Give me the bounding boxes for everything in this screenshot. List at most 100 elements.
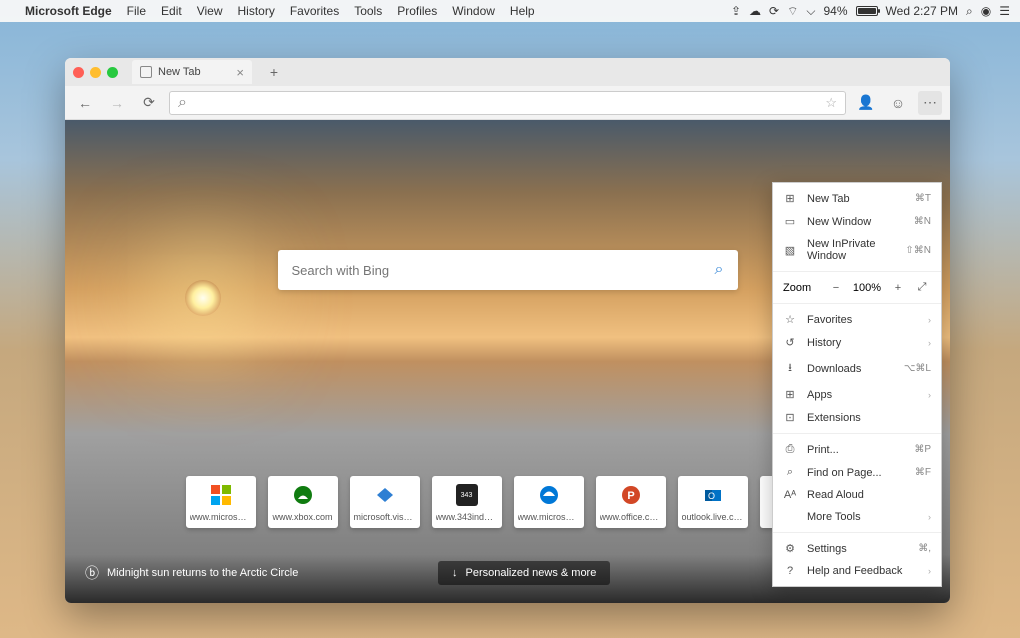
menu-item-new-tab[interactable]: ⊞New Tab⌘T	[773, 187, 941, 210]
menu-item-icon: Aᴬ	[783, 489, 797, 501]
tile-label: microsoft.visua...	[354, 512, 416, 522]
menu-shortcut: ⌘T	[915, 193, 931, 204]
macos-menubar: Microsoft Edge File Edit View History Fa…	[0, 0, 1020, 22]
tile-icon: P	[620, 484, 642, 506]
address-bar[interactable]: ⌕ ☆	[169, 91, 846, 115]
more-menu-button[interactable]: ⋯	[918, 91, 942, 115]
tile-label: www.microsoft...	[190, 512, 252, 522]
menu-item-label: Extensions	[807, 412, 931, 424]
menu-history[interactable]: History	[238, 4, 275, 18]
tile-label: outlook.live.com	[682, 512, 744, 522]
menu-item-icon: ⭳	[783, 359, 797, 378]
quick-link-tile[interactable]: 343www.343indus...	[432, 476, 502, 528]
tab-new-tab[interactable]: New Tab ×	[132, 60, 252, 84]
notification-icon[interactable]: ☰	[999, 4, 1010, 18]
spotlight-icon[interactable]: ⌕	[966, 4, 973, 19]
menu-item-settings[interactable]: ⚙Settings⌘,	[773, 537, 941, 560]
menu-item-print-[interactable]: ⎙Print...⌘P	[773, 438, 941, 461]
menu-item-label: Favorites	[807, 314, 918, 326]
svg-text:P: P	[627, 490, 634, 502]
menu-item-label: More Tools	[807, 511, 918, 523]
back-button[interactable]: ←	[73, 91, 97, 115]
quick-link-tile[interactable]: www.xbox.com	[268, 476, 338, 528]
zoom-in-button[interactable]: +	[889, 282, 907, 294]
siri-icon[interactable]: ◉	[981, 4, 991, 18]
favorite-star-icon[interactable]: ☆	[825, 95, 837, 111]
menu-item-label: Apps	[807, 389, 918, 401]
sync-icon[interactable]: ⟳	[769, 4, 779, 18]
menu-item-read-aloud[interactable]: AᴬRead Aloud	[773, 484, 941, 506]
menu-item-downloads[interactable]: ⭳Downloads⌥⌘L	[773, 354, 941, 383]
tile-icon: O	[702, 484, 724, 506]
refresh-button[interactable]: ⟳	[137, 91, 161, 115]
quick-links-row: www.microsoft... www.xbox.com microsoft.vi…	[186, 476, 830, 528]
menu-shortcut: ⌘F	[915, 467, 931, 478]
profile-icon[interactable]: 👤	[854, 91, 878, 115]
battery-pct[interactable]: 94%	[824, 4, 848, 18]
minimize-button[interactable]	[90, 67, 101, 78]
tile-icon	[210, 484, 232, 506]
chevron-right-icon: ›	[928, 512, 931, 522]
menu-edit[interactable]: Edit	[161, 4, 182, 18]
menu-item-new-inprivate-window[interactable]: ▧New InPrivate Window⇧⌘N	[773, 233, 941, 267]
tab-favicon	[140, 66, 152, 78]
fullscreen-button[interactable]	[107, 67, 118, 78]
quick-link-tile[interactable]: www.microsoft...	[186, 476, 256, 528]
tab-close-icon[interactable]: ×	[236, 65, 244, 80]
menu-tools[interactable]: Tools	[354, 4, 382, 18]
tab-title: New Tab	[158, 66, 201, 78]
chevron-right-icon: ›	[928, 390, 931, 400]
quick-link-tile[interactable]: www.microsoft...	[514, 476, 584, 528]
zoom-out-button[interactable]: −	[827, 282, 845, 294]
menu-file[interactable]: File	[127, 4, 146, 18]
menu-shortcut: ⌘N	[914, 216, 931, 227]
clock[interactable]: Wed 2:27 PM	[886, 4, 958, 18]
app-name[interactable]: Microsoft Edge	[25, 4, 112, 18]
fullscreen-icon[interactable]: ⤢	[913, 281, 931, 294]
tile-label: www.xbox.com	[272, 512, 334, 522]
bing-search-input[interactable]	[292, 263, 715, 278]
bing-search-icon[interactable]: ⌕	[715, 261, 724, 279]
image-caption: Midnight sun returns to the Arctic Circl…	[107, 567, 298, 579]
dropbox-icon[interactable]: ⇪	[731, 4, 741, 18]
tile-icon: 343	[456, 484, 478, 506]
tile-icon	[292, 484, 314, 506]
menu-item-apps[interactable]: ⊞Apps›	[773, 383, 941, 406]
address-input[interactable]	[193, 96, 819, 110]
personalized-news-button[interactable]: ↓ Personalized news & more	[438, 561, 610, 585]
forward-button[interactable]: →	[105, 91, 129, 115]
menu-item-label: New InPrivate Window	[807, 238, 895, 262]
quick-link-tile[interactable]: Ooutlook.live.com	[678, 476, 748, 528]
menu-favorites[interactable]: Favorites	[290, 4, 339, 18]
menu-profiles[interactable]: Profiles	[397, 4, 437, 18]
battery-icon[interactable]	[856, 6, 878, 16]
menu-item-help-and-feedback[interactable]: ?Help and Feedback›	[773, 560, 941, 582]
arrow-down-icon: ↓	[452, 567, 458, 579]
quick-link-tile[interactable]: microsoft.visua...	[350, 476, 420, 528]
chevron-right-icon: ›	[928, 566, 931, 576]
menu-item-new-window[interactable]: ▭New Window⌘N	[773, 210, 941, 233]
close-button[interactable]	[73, 67, 84, 78]
cloud-icon[interactable]: ☁	[749, 4, 761, 18]
feedback-icon[interactable]: ☺	[886, 91, 910, 115]
menu-item-history[interactable]: ↺History›	[773, 331, 941, 354]
svg-text:O: O	[708, 491, 715, 501]
tile-label: www.office.com	[600, 512, 662, 522]
menu-item-icon: ⎙	[783, 443, 797, 456]
quick-link-tile[interactable]: Pwww.office.com	[596, 476, 666, 528]
menu-window[interactable]: Window	[452, 4, 495, 18]
menu-item-more-tools[interactable]: More Tools ›	[773, 506, 941, 528]
menu-item-favorites[interactable]: ☆Favorites›	[773, 308, 941, 331]
new-tab-button[interactable]: +	[264, 64, 284, 80]
menu-item-label: Settings	[807, 543, 908, 555]
bing-search-box[interactable]: ⌕	[278, 250, 738, 290]
bluetooth-icon[interactable]: ⌔	[787, 4, 798, 19]
menu-view[interactable]: View	[197, 4, 223, 18]
menu-item-find-on-page-[interactable]: ⌕Find on Page...⌘F	[773, 461, 941, 484]
bing-logo-icon: ⓑ	[85, 563, 99, 583]
menu-help[interactable]: Help	[510, 4, 535, 18]
tile-icon	[538, 484, 560, 506]
menu-item-extensions[interactable]: ⊡Extensions	[773, 406, 941, 429]
menu-item-label: New Tab	[807, 193, 905, 205]
wifi-icon[interactable]: ⌵	[806, 4, 815, 19]
